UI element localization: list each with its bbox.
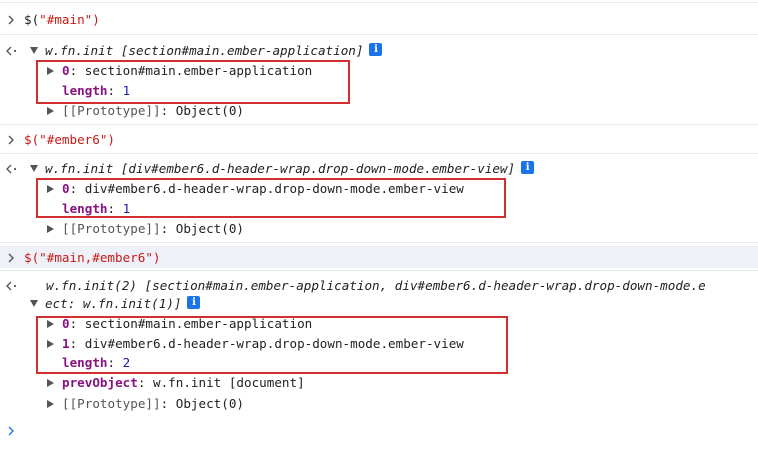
object-preview: [section#main.ember-application, div#emb… [137,278,706,293]
expand-arrow-icon[interactable] [47,378,54,387]
console-result-summary[interactable]: w.fn.init(2) [section#main.ember-applica… [0,276,758,296]
expand-arrow-icon[interactable] [47,399,54,408]
input-prompt-icon [6,10,20,30]
result-arrow-icon [6,276,20,296]
tree-row[interactable]: [[Prototype]]: Object(0) [0,101,758,121]
console-result-summary[interactable]: w.fn.init [section#main.ember-applicatio… [0,41,758,61]
property-value: w.fn.init [153,375,222,390]
colon: : [160,396,176,411]
info-icon[interactable]: i [521,161,535,174]
tree-row[interactable]: [[Prototype]]: Object(0) [0,219,758,239]
console-prompt[interactable] [0,421,758,441]
property-value: Object(0) [175,103,244,118]
result-arrow-icon [6,41,20,61]
colon: : [160,221,176,236]
object-type: w.fn.init [45,43,114,58]
entry-separator [0,2,758,3]
property-key: [[Prototype]] [62,221,161,236]
console-input-line[interactable]: $("#main") [0,10,758,30]
property-key: [[Prototype]] [62,396,161,411]
result-arrow-icon [6,159,20,179]
object-preview-continued: ect: w.fn.init(1)] [45,296,182,311]
tree-row[interactable]: prevObject: w.fn.init [document] [0,373,758,393]
command-text: "#main") [39,12,100,27]
object-type: w.fn.init [45,161,114,176]
prompt-chevron-icon [6,421,20,441]
console-input-line[interactable]: $("#ember6") [0,130,758,150]
annotation-box [36,178,506,218]
expand-toggle-icon[interactable] [30,300,38,307]
info-icon[interactable]: i [369,43,383,56]
input-prompt-icon [6,248,20,268]
info-icon[interactable]: i [187,296,201,309]
annotation-box [36,316,508,374]
tree-row[interactable]: [[Prototype]]: Object(0) [0,394,758,414]
entry-separator [0,270,758,271]
property-value-detail: [document] [221,375,305,390]
console-result-summary[interactable]: w.fn.init [div#ember6.d-header-wrap.drop… [0,159,758,179]
command-text: $("#ember6") [24,132,115,147]
entry-separator [0,242,758,243]
expand-toggle-icon[interactable] [30,47,38,54]
console-result-summary-continued: ect: w.fn.init(1)] i [0,294,758,314]
property-value: Object(0) [175,396,244,411]
entry-separator [0,124,758,125]
property-key: prevObject [62,375,138,390]
entry-separator [0,34,758,35]
expand-arrow-icon[interactable] [47,224,54,233]
property-value: Object(0) [175,221,244,236]
command-text: $("#main,#ember6") [24,250,161,265]
object-preview: [div#ember6.d-header-wrap.drop-down-mode… [113,161,516,176]
input-prompt-icon [6,130,20,150]
colon: : [137,375,153,390]
object-preview: [section#main.ember-application] [113,43,364,58]
entry-separator [0,153,758,154]
annotation-box [36,60,350,104]
object-type: w.fn.init(2) [46,278,137,293]
expand-toggle-icon[interactable] [30,165,38,172]
console-input-line[interactable]: $("#main,#ember6") [0,248,758,268]
colon: : [160,103,176,118]
property-key: [[Prototype]] [62,103,161,118]
expand-arrow-icon[interactable] [47,106,54,115]
